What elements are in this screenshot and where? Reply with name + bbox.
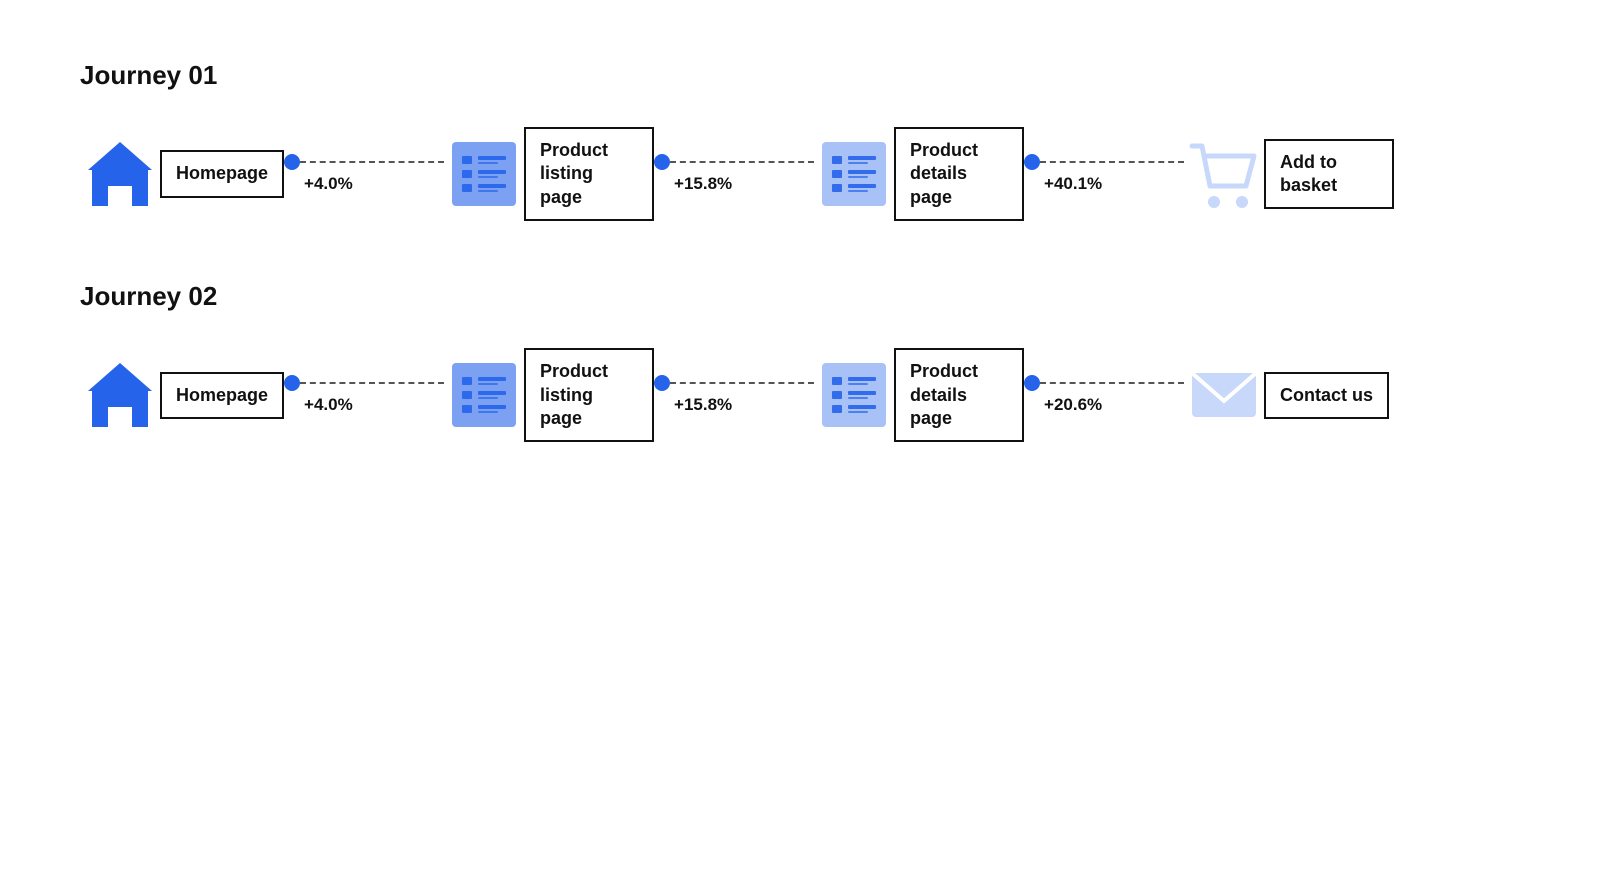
node-2-2: Product listing page — [444, 348, 654, 442]
node-label-2-2: Product listing page — [524, 348, 654, 442]
node-label-1-4: Add to basket — [1264, 139, 1394, 210]
connector-dot — [284, 154, 300, 170]
connector-dot — [1024, 375, 1040, 391]
connector-dot — [654, 154, 670, 170]
list-icon — [814, 134, 894, 214]
list-icon — [444, 355, 524, 435]
node-label-1-1: Homepage — [160, 150, 284, 197]
connector-dot — [1024, 154, 1040, 170]
journey-flow-2: Homepage +4.0% Product listing page +15.… — [80, 348, 1521, 442]
connector-percentage: +4.0% — [284, 395, 353, 415]
connector-line — [284, 375, 444, 391]
email-icon — [1184, 355, 1264, 435]
connector-line — [1024, 154, 1184, 170]
node-label-1-2: Product listing page — [524, 127, 654, 221]
connector-line — [284, 154, 444, 170]
connector-dashes — [1040, 382, 1184, 384]
connector-line — [654, 154, 814, 170]
connector-2-2: +15.8% — [654, 375, 814, 415]
connector-1-2: +15.8% — [654, 154, 814, 194]
node-1-3: Product details page — [814, 127, 1024, 221]
list-icon — [444, 134, 524, 214]
connector-2-3: +20.6% — [1024, 375, 1184, 415]
node-2-4: Contact us — [1184, 355, 1389, 435]
journey-title-2: Journey 02 — [80, 281, 1521, 312]
journey-section-1: Journey 01 Homepage +4.0% Product listin… — [80, 60, 1521, 221]
node-1-4: Add to basket — [1184, 134, 1394, 214]
connector-1-1: +4.0% — [284, 154, 444, 194]
node-label-2-3: Product details page — [894, 348, 1024, 442]
connector-dashes — [300, 161, 444, 163]
connector-percentage: +4.0% — [284, 174, 353, 194]
home-icon — [80, 355, 160, 435]
node-label-2-4: Contact us — [1264, 372, 1389, 419]
connector-percentage: +20.6% — [1024, 395, 1102, 415]
journey-title-1: Journey 01 — [80, 60, 1521, 91]
connector-dashes — [300, 382, 444, 384]
connector-dot — [654, 375, 670, 391]
connector-percentage: +40.1% — [1024, 174, 1102, 194]
connector-1-3: +40.1% — [1024, 154, 1184, 194]
connector-line — [1024, 375, 1184, 391]
connector-dot — [284, 375, 300, 391]
node-label-1-3: Product details page — [894, 127, 1024, 221]
connector-dashes — [1040, 161, 1184, 163]
connector-percentage: +15.8% — [654, 174, 732, 194]
list-icon — [814, 355, 894, 435]
node-1-2: Product listing page — [444, 127, 654, 221]
node-label-2-1: Homepage — [160, 372, 284, 419]
cart-icon — [1184, 134, 1264, 214]
connector-dashes — [670, 161, 814, 163]
node-2-1: Homepage — [80, 355, 284, 435]
home-icon — [80, 134, 160, 214]
connector-percentage: +15.8% — [654, 395, 732, 415]
journey-flow-1: Homepage +4.0% Product listing page +15.… — [80, 127, 1521, 221]
connector-dashes — [670, 382, 814, 384]
connector-line — [654, 375, 814, 391]
node-2-3: Product details page — [814, 348, 1024, 442]
node-1-1: Homepage — [80, 134, 284, 214]
journey-section-2: Journey 02 Homepage +4.0% Product listin… — [80, 281, 1521, 442]
connector-2-1: +4.0% — [284, 375, 444, 415]
